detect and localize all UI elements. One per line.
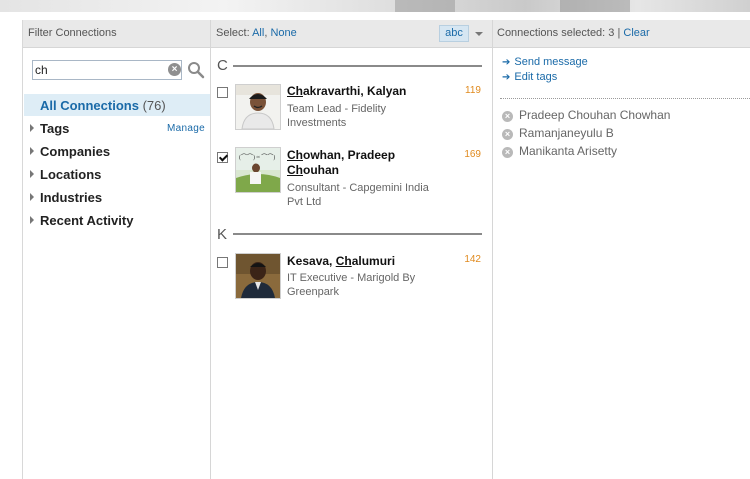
edit-tags-link[interactable]: ➔ Edit tags xyxy=(502,71,557,83)
selected-connection: × Pradeep Chouhan Chowhan xyxy=(502,108,670,122)
selected-connection: × Ramanjaneyulu B xyxy=(502,126,614,140)
arrow-right-icon: ➔ xyxy=(502,72,511,83)
sort-value: abc xyxy=(439,25,469,42)
person-headline: Consultant - Capgemini India Pvt Ltd xyxy=(287,182,429,208)
selected-bar: Connections selected: 3 | Clear xyxy=(497,27,650,39)
remove-icon[interactable]: × xyxy=(502,129,513,140)
group-letter: C xyxy=(217,57,228,74)
banner-shade xyxy=(560,0,630,12)
selected-connection: × Manikanta Arisetty xyxy=(502,144,617,158)
selected-name: Pradeep Chouhan Chowhan xyxy=(519,108,671,122)
filter-title: Filter Connections xyxy=(28,27,117,39)
name-part: owhan, Pradeep xyxy=(303,148,396,162)
person-name-link[interactable]: Chakravarthi, Kalyan xyxy=(287,84,447,99)
select-label: Select: xyxy=(216,27,250,39)
clear-search-icon[interactable]: × xyxy=(168,63,181,76)
name-part: ouhan xyxy=(303,163,339,177)
all-connections-label: All Connections (76) xyxy=(40,98,166,113)
expand-arrow-icon xyxy=(30,124,34,132)
filter-industries[interactable]: Industries xyxy=(30,190,102,205)
filter-label: Locations xyxy=(40,167,102,182)
filter-recent-activity[interactable]: Recent Activity xyxy=(30,213,133,228)
name-part: alumuri xyxy=(351,254,396,268)
expand-arrow-icon xyxy=(30,216,34,224)
select-checkbox[interactable] xyxy=(217,87,228,98)
person-headline: Team Lead - Fidelity Investments xyxy=(287,103,387,129)
select-none-link[interactable]: None xyxy=(270,27,296,39)
group-divider xyxy=(233,233,482,235)
column-divider xyxy=(210,20,211,479)
banner-shade xyxy=(395,0,455,12)
expand-arrow-icon xyxy=(30,170,34,178)
arrow-right-icon: ➔ xyxy=(502,57,511,68)
all-connections-count: (76) xyxy=(142,98,166,113)
send-message-link[interactable]: ➔ Send message xyxy=(502,56,588,68)
search-input[interactable] xyxy=(35,63,161,77)
selected-header: Connections selected: 3 | Clear xyxy=(493,20,750,48)
person-name-link[interactable]: Kesava, Chalumuri xyxy=(287,254,447,269)
name-match: Ch xyxy=(335,254,352,268)
all-connections-text: All Connections xyxy=(40,98,139,113)
select-all-link[interactable]: All xyxy=(252,27,264,39)
name-match: Ch xyxy=(287,84,303,98)
connection-count: 142 xyxy=(464,254,481,265)
manage-tags-link[interactable]: Manage xyxy=(167,123,205,134)
avatar[interactable] xyxy=(235,253,281,299)
person-headline: IT Executive - Marigold By Greenpark xyxy=(287,272,416,298)
select-checkbox[interactable] xyxy=(217,257,228,268)
name-part: akravarthi, Kalyan xyxy=(303,84,407,98)
edit-tags-label: Edit tags xyxy=(514,71,558,83)
name-match: Ch xyxy=(287,163,303,177)
select-checkbox[interactable] xyxy=(217,152,228,163)
sort-dropdown[interactable]: abc xyxy=(439,25,486,42)
connection-count: 119 xyxy=(465,85,481,96)
connection-count: 169 xyxy=(464,149,481,160)
connections-selected-label: Connections selected: 3 | xyxy=(497,27,621,39)
filter-label: Industries xyxy=(40,190,103,205)
group-divider xyxy=(233,65,482,67)
selected-name: Ramanjaneyulu B xyxy=(519,126,614,140)
chevron-down-icon xyxy=(475,32,483,36)
search-box: × xyxy=(32,60,182,80)
expand-arrow-icon xyxy=(30,147,34,155)
filter-companies[interactable]: Companies xyxy=(30,144,110,159)
clear-link[interactable]: Clear xyxy=(623,27,649,39)
send-message-label: Send message xyxy=(514,56,588,68)
svg-text:(⌒⌒) ≈ ⌒⌒): (⌒⌒) ≈ ⌒⌒) xyxy=(239,154,275,161)
filter-label: Tags xyxy=(40,121,70,136)
filter-label: Companies xyxy=(40,144,111,159)
selected-name: Manikanta Arisetty xyxy=(519,144,618,158)
name-match: Ch xyxy=(287,148,303,162)
top-banner xyxy=(0,0,750,12)
expand-arrow-icon xyxy=(30,193,34,201)
section-divider xyxy=(500,98,750,99)
column-divider xyxy=(492,20,493,479)
filter-locations[interactable]: Locations xyxy=(30,167,101,182)
filter-header: Filter Connections xyxy=(23,20,210,48)
select-separator: , xyxy=(264,27,268,39)
select-bar: Select: All, None xyxy=(216,27,297,39)
select-header: Select: All, None abc xyxy=(211,20,492,48)
panel-border xyxy=(22,20,23,479)
avatar[interactable] xyxy=(235,84,281,130)
search-icon[interactable] xyxy=(187,61,205,79)
avatar[interactable]: (⌒⌒) ≈ ⌒⌒) xyxy=(235,147,281,193)
remove-icon[interactable]: × xyxy=(502,147,513,158)
group-letter: K xyxy=(217,226,228,243)
filter-label: Recent Activity xyxy=(40,213,134,228)
name-part: Kesava, xyxy=(287,254,336,268)
all-connections-filter[interactable]: All Connections (76) xyxy=(24,94,210,116)
remove-icon[interactable]: × xyxy=(502,111,513,122)
filter-tags[interactable]: Tags xyxy=(30,121,69,136)
person-name-link[interactable]: Chowhan, Pradeep Chouhan xyxy=(287,148,447,178)
